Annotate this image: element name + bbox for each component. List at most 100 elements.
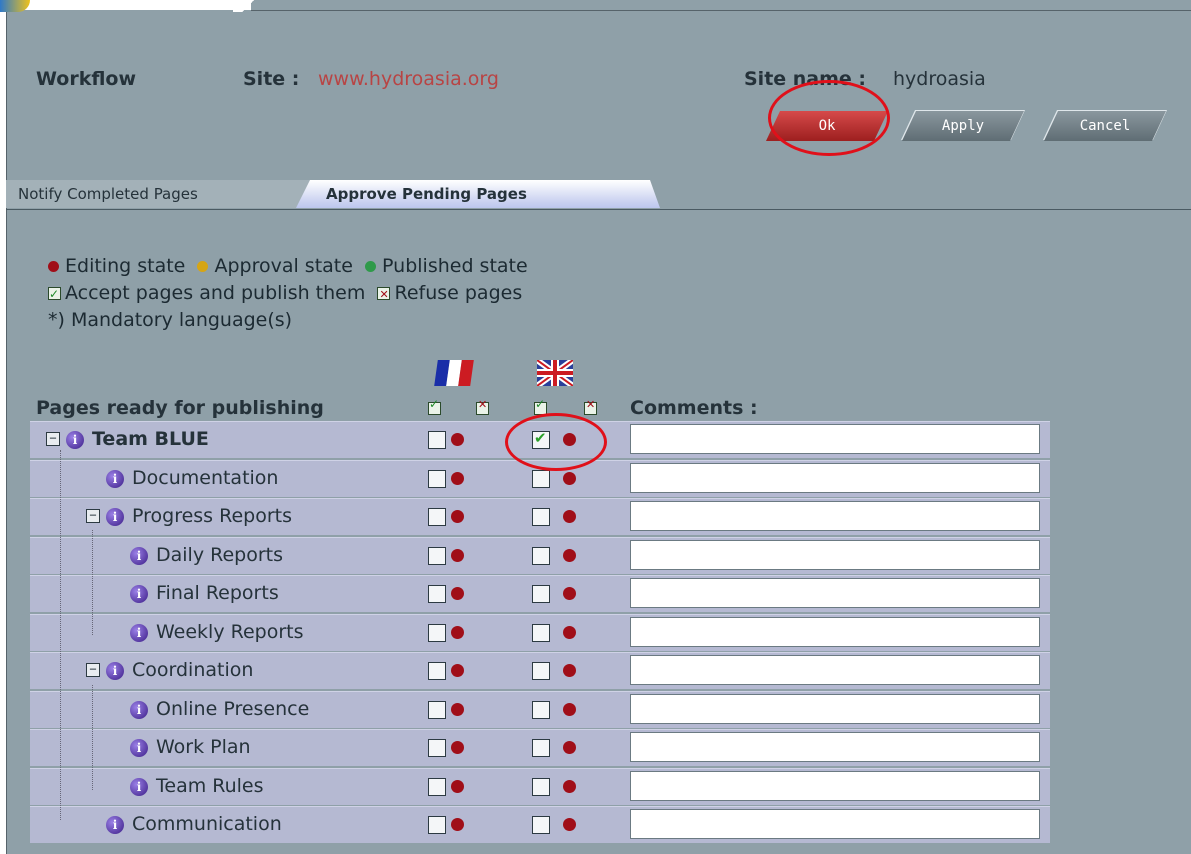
en-approve-checkbox[interactable]	[532, 470, 550, 488]
legend-accept: Accept pages and publish them	[65, 282, 366, 304]
legend-mandatory: *) Mandatory language(s)	[48, 309, 293, 331]
fr-approve-checkbox[interactable]	[428, 508, 446, 526]
site-url-link[interactable]: www.hydroasia.org	[318, 68, 499, 90]
row-label[interactable]: Final Reports	[156, 582, 279, 604]
comment-input[interactable]	[630, 655, 1040, 685]
collapse-icon[interactable]: −	[86, 663, 100, 677]
refuse-icon	[377, 283, 391, 307]
tab-notify-completed[interactable]: Notify Completed Pages	[6, 180, 329, 208]
en-editing-state-icon	[563, 587, 576, 600]
info-icon[interactable]: i	[130, 778, 148, 796]
cancel-button[interactable]: Cancel	[1044, 111, 1166, 141]
info-icon[interactable]: i	[106, 662, 124, 680]
apply-button[interactable]: Apply	[902, 111, 1024, 141]
comment-input[interactable]	[630, 732, 1040, 762]
comment-input[interactable]	[630, 501, 1040, 531]
fr-editing-state-icon	[451, 818, 464, 831]
row-label[interactable]: Coordination	[132, 659, 253, 681]
fr-approve-checkbox[interactable]	[428, 816, 446, 834]
table-row: − i Team BLUE	[30, 421, 1050, 458]
tab-notify-label: Notify Completed Pages	[18, 185, 198, 203]
site-label: Site :	[243, 68, 300, 90]
legend-editing: Editing state	[65, 255, 186, 277]
accept-icon	[48, 282, 61, 306]
en-editing-state-icon	[563, 780, 576, 793]
comment-input[interactable]	[630, 578, 1040, 608]
tab-approve-pending[interactable]: Approve Pending Pages	[296, 180, 660, 208]
fr-approve-checkbox[interactable]	[428, 662, 446, 680]
table-row: i Work Plan	[30, 729, 1050, 766]
en-approve-checkbox[interactable]	[532, 701, 550, 719]
comment-input[interactable]	[630, 809, 1040, 839]
fr-approve-checkbox[interactable]	[428, 470, 446, 488]
collapse-icon[interactable]: −	[86, 509, 100, 523]
info-icon[interactable]: i	[130, 739, 148, 757]
row-label[interactable]: Daily Reports	[156, 544, 283, 566]
en-approve-checkbox[interactable]	[532, 429, 550, 449]
info-icon[interactable]: i	[130, 585, 148, 603]
row-label[interactable]: Work Plan	[156, 736, 251, 758]
comment-input[interactable]	[630, 540, 1040, 570]
fr-editing-state-icon	[451, 472, 464, 485]
en-editing-state-icon	[563, 510, 576, 523]
comment-input[interactable]	[630, 424, 1040, 454]
en-approve-checkbox[interactable]	[532, 585, 550, 603]
comment-input[interactable]	[630, 617, 1040, 647]
table-row: − i Coordination	[30, 652, 1050, 689]
en-approve-checkbox[interactable]	[532, 508, 550, 526]
info-icon[interactable]: i	[130, 547, 148, 565]
table-row: i Weekly Reports	[30, 614, 1050, 651]
en-editing-state-icon	[563, 626, 576, 639]
info-icon[interactable]: i	[130, 624, 148, 642]
fr-approve-checkbox[interactable]	[428, 585, 446, 603]
table-row: i Online Presence	[30, 691, 1050, 728]
en-editing-state-icon	[563, 472, 576, 485]
en-approve-checkbox[interactable]	[532, 816, 550, 834]
legend-actions: Accept pages and publish them Refuse pag…	[48, 281, 522, 307]
en-approve-checkbox[interactable]	[532, 547, 550, 565]
tree-connector	[92, 685, 93, 790]
en-approve-checkbox[interactable]	[532, 778, 550, 796]
info-icon[interactable]: i	[106, 470, 124, 488]
en-approve-checkbox[interactable]	[532, 662, 550, 680]
approval-state-icon	[197, 261, 209, 272]
comment-input[interactable]	[630, 463, 1040, 493]
tree-connector	[92, 530, 93, 635]
comment-input[interactable]	[630, 771, 1040, 801]
site-name-label: Site name :	[744, 68, 867, 90]
fr-approve-checkbox[interactable]	[428, 739, 446, 757]
info-icon[interactable]: i	[106, 816, 124, 834]
fr-approve-checkbox[interactable]	[428, 547, 446, 565]
fr-editing-state-icon	[451, 549, 464, 562]
fr-approve-checkbox[interactable]	[428, 778, 446, 796]
row-label[interactable]: Documentation	[132, 467, 278, 489]
workflow-label: Workflow	[36, 68, 137, 90]
row-label[interactable]: Team Rules	[156, 775, 264, 797]
tab-approve-label: Approve Pending Pages	[326, 185, 527, 203]
fr-approve-checkbox[interactable]	[428, 431, 446, 449]
fr-editing-state-icon	[451, 510, 464, 523]
collapse-icon[interactable]: −	[46, 432, 60, 446]
info-icon[interactable]: i	[130, 701, 148, 719]
table-row: i Team Rules	[30, 768, 1050, 805]
en-approve-checkbox[interactable]	[532, 739, 550, 757]
row-label[interactable]: Weekly Reports	[156, 621, 304, 643]
table-row: i Final Reports	[30, 575, 1050, 612]
row-label[interactable]: Progress Reports	[132, 505, 292, 527]
table-row: i Documentation	[30, 460, 1050, 497]
info-icon[interactable]: i	[66, 431, 84, 449]
en-approve-checkbox[interactable]	[532, 624, 550, 642]
fr-approve-checkbox[interactable]	[428, 701, 446, 719]
legend-states: Editing state Approval state Published s…	[48, 254, 528, 278]
info-icon[interactable]: i	[106, 508, 124, 526]
row-label[interactable]: Online Presence	[156, 698, 309, 720]
en-editing-state-icon	[563, 664, 576, 677]
row-label[interactable]: Communication	[132, 813, 282, 835]
fr-approve-checkbox[interactable]	[428, 624, 446, 642]
site-name-value: hydroasia	[893, 68, 986, 90]
fr-editing-state-icon	[451, 780, 464, 793]
ok-button[interactable]: Ok	[766, 111, 888, 141]
row-label[interactable]: Team BLUE	[92, 428, 209, 450]
comment-input[interactable]	[630, 694, 1040, 724]
editing-state-icon	[48, 261, 59, 272]
